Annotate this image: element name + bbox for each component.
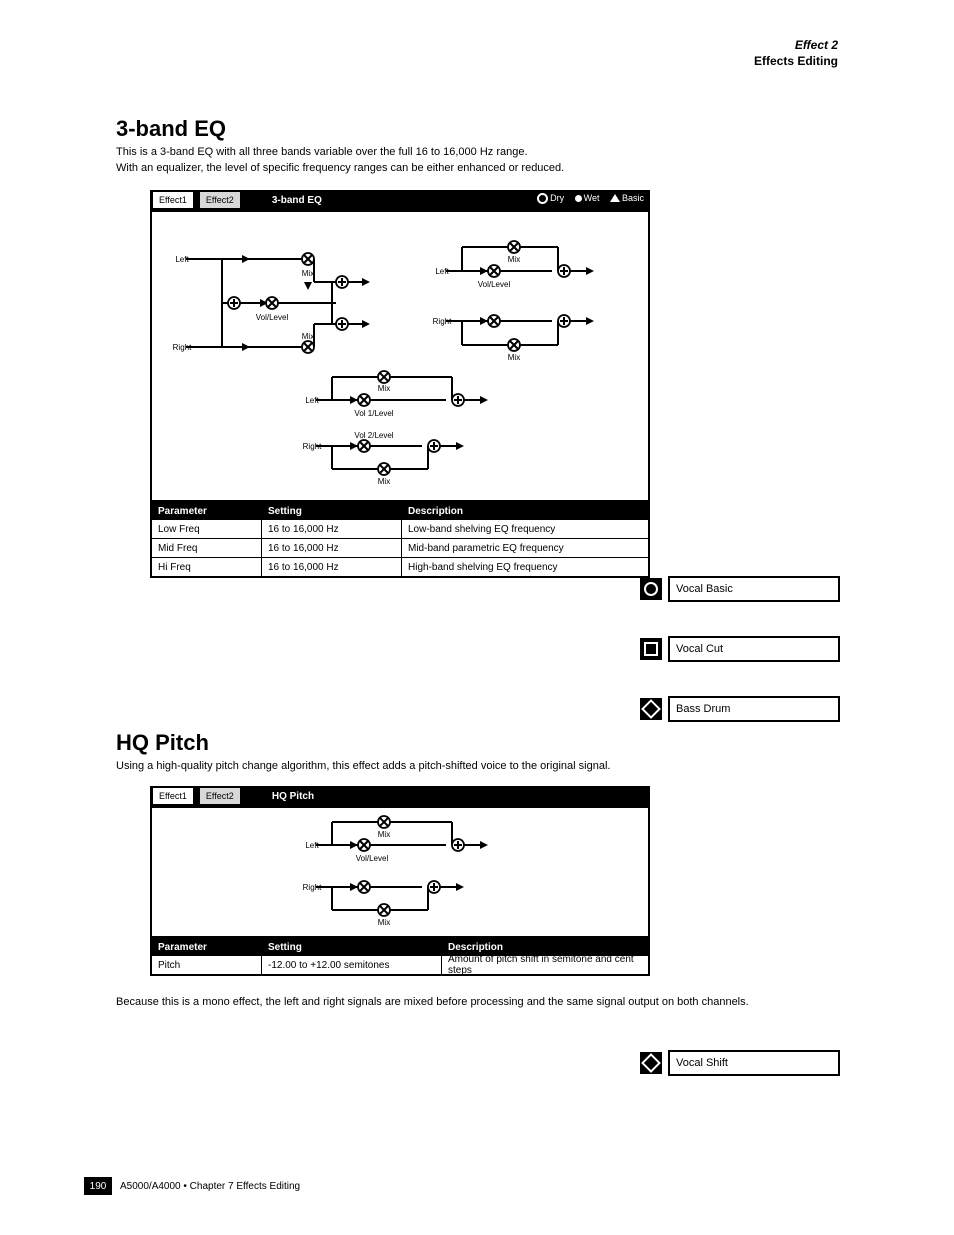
table-row: Low Freq 16 to 16,000 Hz Low-band shelvi… [152, 519, 648, 538]
svg-text:Mix: Mix [378, 830, 390, 839]
svg-text:Mix: Mix [378, 384, 390, 393]
section2-desc-b: Because this is a mono effect, the left … [116, 996, 836, 1010]
dl-vol: Vol/Level [256, 313, 289, 322]
tab-effect1[interactable]: Effect1 [152, 191, 194, 209]
param-table-2: Parameter Setting Description Pitch -12.… [150, 936, 650, 976]
svg-text:Vol 1/Level: Vol 1/Level [354, 409, 393, 418]
svg-text:Mix: Mix [378, 477, 390, 486]
param-table-1: Parameter Setting Description Low Freq 1… [150, 500, 650, 578]
section1-desc-b: With an equalizer, the level of specific… [116, 162, 836, 176]
svg-text:Vol/Level: Vol/Level [478, 280, 511, 289]
tab-effect1-b[interactable]: Effect1 [152, 787, 194, 805]
section-title-3bandeq: 3-band EQ [116, 116, 226, 142]
svg-text:Mix: Mix [378, 918, 390, 927]
circle-icon [644, 582, 658, 596]
preset-badges-2: Vocal Shift [640, 1050, 840, 1076]
dl-mix2: Mix [302, 332, 314, 341]
svg-text:Vol 2/Level: Vol 2/Level [354, 431, 393, 440]
panel-title-2: HQ Pitch [272, 791, 314, 802]
svg-text:Mix: Mix [508, 353, 520, 362]
table-row: Mid Freq 16 to 16,000 Hz Mid-band parame… [152, 538, 648, 557]
running-header-right1: Effect 2 [795, 38, 838, 53]
tab-effect2[interactable]: Effect2 [199, 191, 241, 209]
diagram-area-2: Left Mix Vol/Level Right Mix [150, 806, 650, 938]
panel-title-1: 3-band EQ [272, 195, 322, 206]
dl-mix: Mix [302, 269, 314, 278]
section2-desc-a: Using a high-quality pitch change algori… [116, 760, 836, 774]
marker-legend: Dry Wet Basic [537, 193, 644, 204]
section-title-hqpitch: HQ Pitch [116, 730, 209, 756]
page-number: 190 [84, 1177, 112, 1195]
diamond-icon [641, 699, 661, 719]
diamond-icon [641, 1053, 661, 1073]
tabbar-2: Effect1 Effect2 HQ Pitch [150, 786, 650, 806]
footer-manual: A5000/A4000 • Chapter 7 Effects Editing [120, 1181, 300, 1194]
tab-effect2-b[interactable]: Effect2 [199, 787, 241, 805]
diagram-area-1: Left Mix Right Mix [150, 210, 650, 502]
table-row: Hi Freq 16 to 16,000 Hz High-band shelvi… [152, 557, 648, 576]
svg-text:Mix: Mix [508, 255, 520, 264]
table-row: Pitch -12.00 to +12.00 semitones Amount … [152, 955, 648, 974]
section1-desc-a: This is a 3-band EQ with all three bands… [116, 146, 836, 160]
svg-text:Vol/Level: Vol/Level [356, 854, 389, 863]
preset-badges-1: Vocal Basic Vocal Cut Bass Drum [640, 576, 840, 722]
square-icon [644, 642, 658, 656]
running-header-right2: Effects Editing [754, 54, 838, 69]
tabbar-1: Effect1 Effect2 3-band EQ Dry Wet Basic [150, 190, 650, 210]
